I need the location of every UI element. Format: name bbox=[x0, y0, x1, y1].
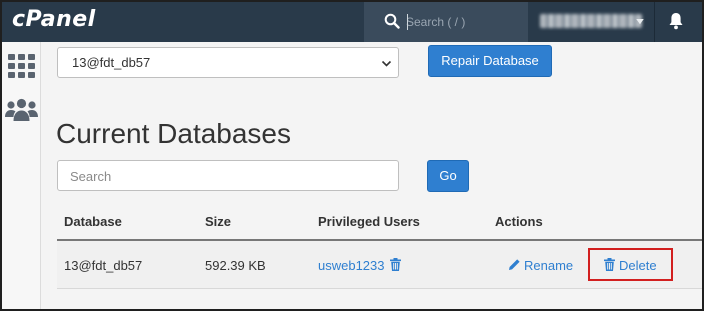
privileged-user-link[interactable]: usweb1233 bbox=[318, 258, 385, 273]
go-button[interactable]: Go bbox=[427, 160, 469, 192]
page-title: Current Databases bbox=[56, 118, 292, 149]
column-header-database[interactable]: Database bbox=[64, 214, 122, 229]
text-cursor bbox=[407, 14, 408, 30]
column-header-privileged-users: Privileged Users bbox=[318, 214, 420, 229]
database-search-input[interactable]: Search bbox=[57, 160, 399, 191]
pencil-icon bbox=[509, 259, 520, 270]
caret-down-icon bbox=[636, 19, 644, 25]
column-header-size[interactable]: Size bbox=[205, 214, 231, 229]
trash-icon bbox=[604, 258, 615, 271]
sidebar bbox=[2, 42, 41, 309]
row-divider bbox=[57, 288, 702, 289]
chevron-down-icon bbox=[381, 60, 392, 67]
cell-size: 592.39 KB bbox=[205, 258, 266, 273]
topbar-divider bbox=[654, 2, 655, 42]
main-content: 13@fdt_db57 Repair Database Current Data… bbox=[42, 42, 702, 309]
delete-action[interactable]: Delete bbox=[619, 258, 657, 273]
grid-icon[interactable] bbox=[8, 54, 35, 79]
bell-icon[interactable] bbox=[668, 12, 684, 30]
search-placeholder: Search bbox=[70, 169, 112, 184]
rename-action[interactable]: Rename bbox=[524, 258, 573, 273]
cpanel-logo[interactable]: cPanel bbox=[12, 7, 96, 32]
search-icon bbox=[384, 13, 400, 29]
repair-database-button[interactable]: Repair Database bbox=[428, 45, 552, 77]
repair-database-select[interactable]: 13@fdt_db57 bbox=[57, 47, 399, 78]
cell-database: 13@fdt_db57 bbox=[64, 258, 143, 273]
app-frame: cPanel Search (/) 13@fdt_db57 Repair D… bbox=[0, 0, 704, 311]
selected-database: 13@fdt_db57 bbox=[72, 55, 151, 70]
top-bar: cPanel bbox=[2, 2, 702, 42]
remove-user-trash-icon[interactable] bbox=[390, 258, 401, 271]
user-menu[interactable] bbox=[540, 14, 642, 28]
global-search-input[interactable] bbox=[406, 11, 524, 33]
users-icon[interactable] bbox=[5, 98, 38, 122]
column-header-actions: Actions bbox=[495, 214, 543, 229]
global-search[interactable] bbox=[364, 2, 528, 42]
